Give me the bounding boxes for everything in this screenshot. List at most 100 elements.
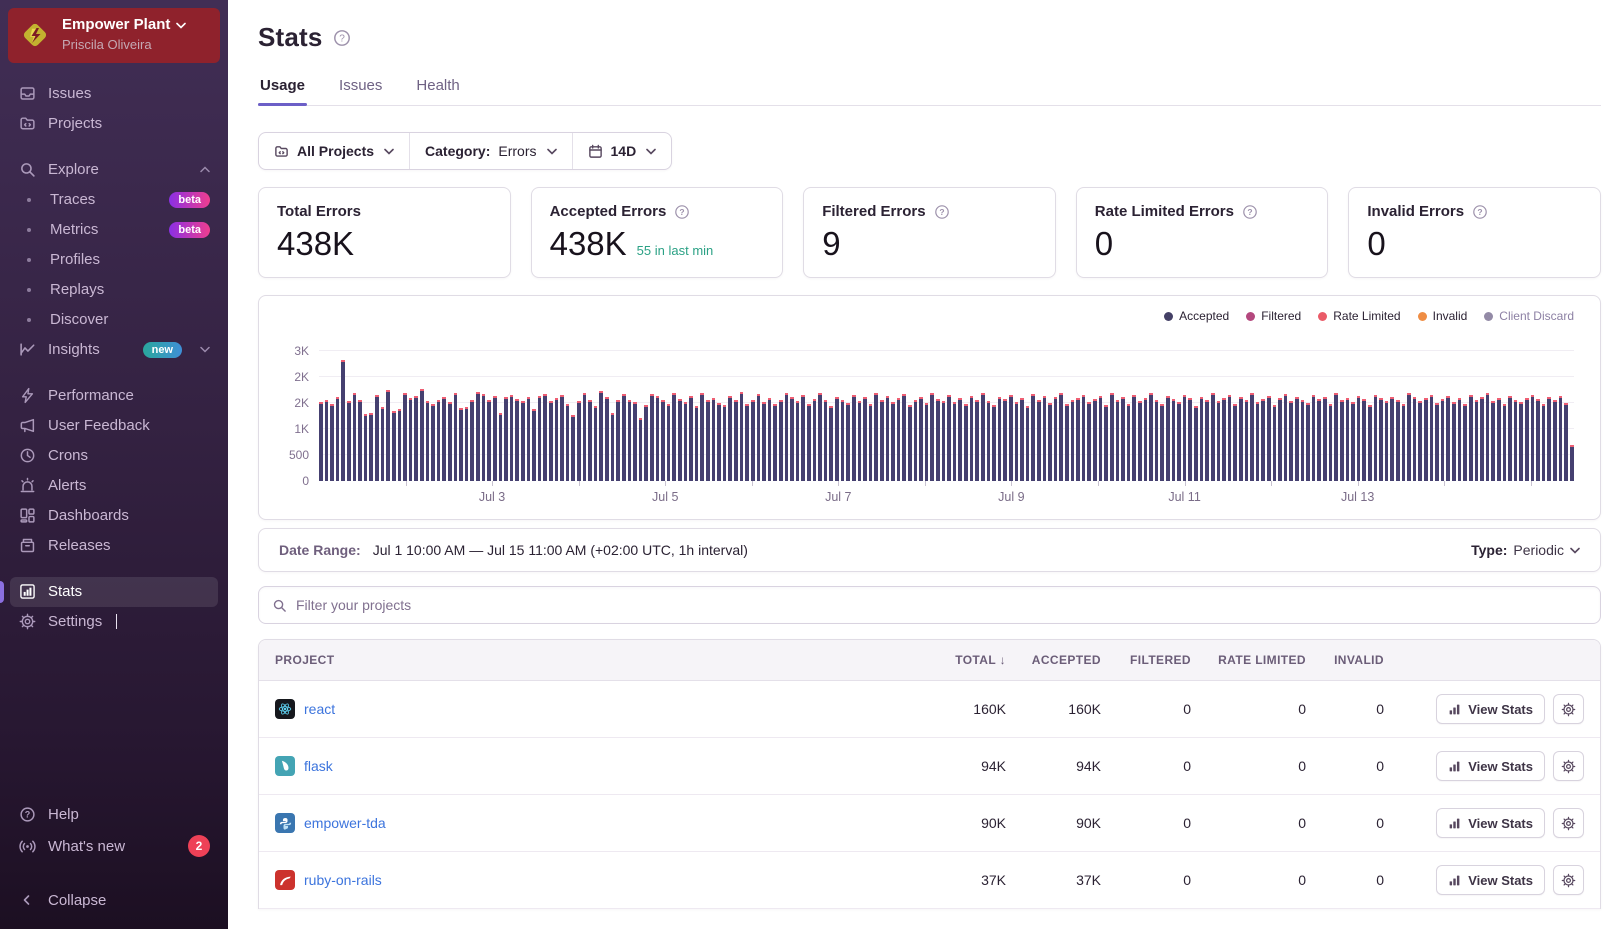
tab-health[interactable]: Health <box>414 77 461 105</box>
sidebar-item-crons[interactable]: Crons <box>10 441 218 471</box>
sidebar-item-insights[interactable]: Insights new <box>10 335 218 365</box>
bar <box>1070 399 1075 481</box>
project-link[interactable]: react <box>304 701 335 717</box>
chevron-down-icon <box>646 148 657 155</box>
sidebar-item-profiles[interactable]: Profiles <box>10 245 218 275</box>
sidebar-item-label: Performance <box>48 387 134 405</box>
usage-chart-panel: Accepted Filtered Rate Limited Invalid Clien… <box>258 295 1601 520</box>
sidebar-item-label: Alerts <box>48 477 87 495</box>
sidebar-item-alerts[interactable]: Alerts <box>10 471 218 501</box>
sidebar-item-help[interactable]: ? Help <box>10 799 218 829</box>
sidebar-item-user-feedback[interactable]: User Feedback <box>10 411 218 441</box>
legend-item-invalid[interactable]: Invalid <box>1417 309 1467 323</box>
sidebar-item-dashboards[interactable]: Dashboards <box>10 501 218 531</box>
sidebar-item-metrics[interactable]: Metrics beta <box>10 215 218 245</box>
bar <box>1031 393 1035 481</box>
bar <box>773 404 777 481</box>
bar <box>627 399 632 481</box>
tab-usage[interactable]: Usage <box>258 77 308 106</box>
sidebar-item-label: Crons <box>48 447 89 465</box>
column-header-invalid[interactable]: INVALID <box>1306 653 1384 667</box>
sidebar-item-stats[interactable]: Stats <box>0 576 218 607</box>
bar <box>599 390 604 481</box>
project-settings-button[interactable] <box>1553 808 1584 838</box>
project-filter-dropdown[interactable]: All Projects <box>259 133 411 169</box>
bar <box>1025 406 1030 481</box>
org-switcher[interactable]: Empower Plant Priscila Oliveira <box>8 8 220 63</box>
stat-card-value: 0 <box>1094 225 1114 262</box>
project-link[interactable]: flask <box>304 758 333 774</box>
view-stats-button[interactable]: View Stats <box>1436 808 1545 838</box>
bar <box>1396 399 1400 481</box>
nav-gap <box>10 561 218 577</box>
x-axis-tick <box>405 481 407 486</box>
bar <box>879 399 884 481</box>
sidebar-item-projects[interactable]: Projects <box>10 109 218 139</box>
help-circle-icon[interactable]: ? <box>934 204 950 220</box>
project-settings-button[interactable] <box>1553 751 1584 781</box>
help-circle-icon[interactable]: ? <box>1242 204 1258 220</box>
bar <box>464 407 469 481</box>
bar <box>997 396 1002 481</box>
sidebar-item-label: Replays <box>50 281 105 299</box>
bar <box>700 392 705 481</box>
column-header-rate-limited[interactable]: RATE LIMITED <box>1191 653 1306 667</box>
sidebar-item-label: Issues <box>48 85 92 103</box>
view-stats-button[interactable]: View Stats <box>1436 751 1545 781</box>
sidebar-item-performance[interactable]: Performance <box>10 381 218 411</box>
bar <box>1569 444 1574 481</box>
bar <box>425 400 430 481</box>
column-header-project[interactable]: PROJECT <box>275 653 906 667</box>
project-link[interactable]: empower-tda <box>304 815 386 831</box>
gear-icon <box>1561 873 1576 888</box>
sidebar-item-settings[interactable]: Settings <box>10 607 218 637</box>
line-chart-icon <box>18 341 36 359</box>
legend-item-client-discard[interactable]: Client Discard <box>1484 309 1574 323</box>
bar <box>1513 399 1518 481</box>
view-stats-button[interactable]: View Stats <box>1436 865 1545 895</box>
legend-item-filtered[interactable]: Filtered <box>1246 309 1301 323</box>
table-row: react 160K 160K 0 0 0 View Stats <box>259 681 1600 738</box>
help-circle-icon[interactable]: ? <box>1472 204 1488 220</box>
project-search-input[interactable] <box>296 597 1587 613</box>
chevron-down-icon <box>176 22 187 29</box>
legend-item-rate-limited[interactable]: Rate Limited <box>1318 309 1401 323</box>
project-search <box>258 586 1601 624</box>
sidebar-collapse-button[interactable]: Collapse <box>10 885 218 915</box>
project-settings-button[interactable] <box>1553 694 1584 724</box>
bar <box>801 394 806 481</box>
cell-filtered: 0 <box>1183 872 1191 888</box>
view-stats-button[interactable]: View Stats <box>1436 694 1545 724</box>
project-link[interactable]: ruby-on-rails <box>304 872 382 888</box>
bar <box>885 395 890 481</box>
bar <box>504 396 508 481</box>
sidebar-item-traces[interactable]: Traces beta <box>10 185 218 215</box>
bar <box>1463 404 1467 481</box>
column-header-accepted[interactable]: ACCEPTED <box>1006 653 1101 667</box>
tab-issues[interactable]: Issues <box>337 77 384 105</box>
project-settings-button[interactable] <box>1553 865 1584 895</box>
column-header-total[interactable]: TOTAL ↓ <box>906 653 1006 667</box>
bar <box>728 395 733 481</box>
stat-card-label: Total Errors <box>277 203 361 220</box>
chevron-down-icon <box>384 148 394 155</box>
bar <box>560 394 564 481</box>
bar <box>341 360 346 481</box>
bar <box>767 397 772 481</box>
notification-count-badge: 2 <box>188 835 210 857</box>
legend-item-accepted[interactable]: Accepted <box>1164 309 1229 323</box>
sidebar-item-whats-new[interactable]: What's new 2 <box>10 829 218 863</box>
help-circle-icon[interactable]: ? <box>674 204 690 220</box>
type-dropdown[interactable]: Type: Periodic <box>1471 542 1580 558</box>
bar <box>1328 404 1333 481</box>
sidebar-item-issues[interactable]: Issues <box>10 79 218 109</box>
sidebar-item-releases[interactable]: Releases <box>10 531 218 561</box>
sidebar-item-discover[interactable]: Discover <box>10 305 218 335</box>
column-header-filtered[interactable]: FILTERED <box>1101 653 1191 667</box>
sidebar-item-explore[interactable]: Explore <box>10 155 218 185</box>
sidebar-item-replays[interactable]: Replays <box>10 275 218 305</box>
bar <box>1008 394 1013 481</box>
date-range-dropdown[interactable]: 14D <box>573 133 672 169</box>
page-help-icon[interactable]: ? <box>333 29 351 47</box>
category-filter-dropdown[interactable]: Category: Errors <box>410 133 573 169</box>
